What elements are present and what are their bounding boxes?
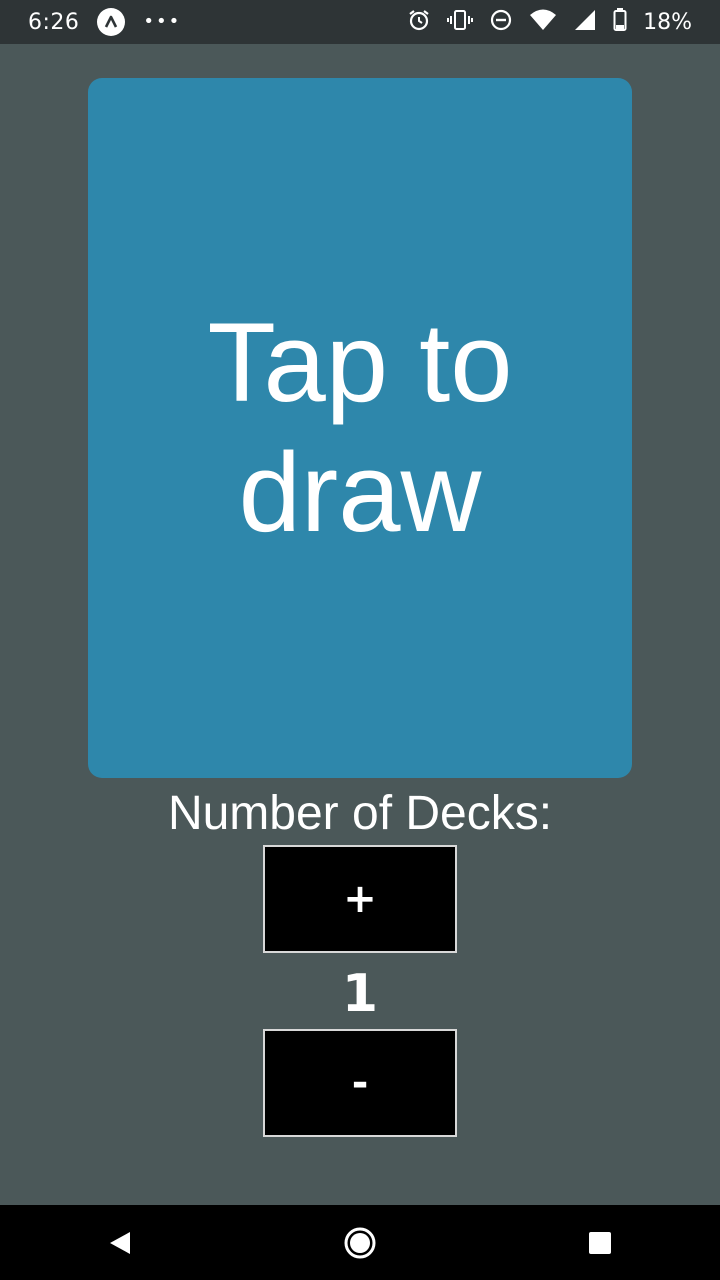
status-bar: 6:26 ••• 18% bbox=[0, 0, 720, 44]
home-icon[interactable] bbox=[330, 1213, 390, 1273]
wifi-icon bbox=[529, 8, 557, 36]
alarm-icon bbox=[407, 8, 431, 36]
back-icon[interactable] bbox=[90, 1213, 150, 1273]
vibrate-icon bbox=[447, 8, 474, 36]
do-not-disturb-icon bbox=[489, 8, 513, 36]
app-notification-icon bbox=[97, 8, 126, 36]
deck-count: 1 bbox=[341, 964, 379, 1024]
cell-signal-icon bbox=[573, 8, 597, 36]
battery-percent: 18% bbox=[643, 9, 692, 35]
navigation-bar bbox=[0, 1205, 720, 1280]
overflow-dots: ••• bbox=[143, 10, 182, 32]
draw-card[interactable]: Tap to draw bbox=[88, 78, 632, 778]
draw-card-label: Tap to draw bbox=[207, 300, 513, 555]
status-time: 6:26 bbox=[28, 9, 80, 35]
decrement-decks-button[interactable]: - bbox=[263, 1029, 457, 1137]
status-left: 6:26 ••• bbox=[28, 8, 181, 36]
status-right: 18% bbox=[407, 8, 692, 36]
increment-decks-button[interactable]: + bbox=[263, 845, 457, 953]
battery-icon bbox=[613, 8, 627, 36]
number-of-decks-label: Number of Decks: bbox=[167, 787, 553, 840]
recents-icon[interactable] bbox=[570, 1213, 630, 1273]
